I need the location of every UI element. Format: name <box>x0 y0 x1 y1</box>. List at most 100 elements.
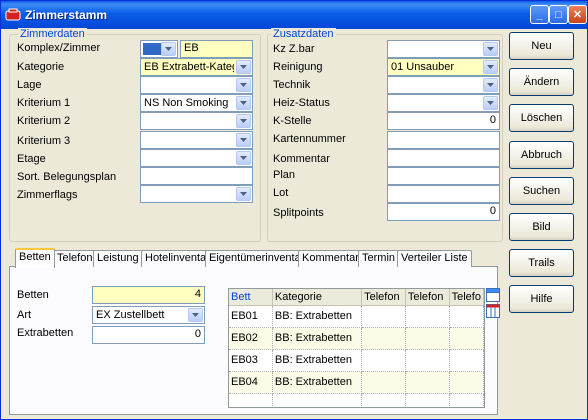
tab-hotelinventar[interactable]: Hotelinventar <box>141 250 214 267</box>
minimize-button[interactable]: _ <box>530 5 549 24</box>
column-header-kategorie[interactable]: Kategorie <box>272 289 363 306</box>
cell-kategorie: BB: Extrabetten <box>272 349 363 372</box>
tab-kommentar[interactable]: Kommentar <box>298 250 363 267</box>
kriterium2-label: Kriterium 2 <box>17 115 71 127</box>
table-row-empty <box>229 393 484 407</box>
chevron-down-icon[interactable] <box>236 60 251 74</box>
tab-termin[interactable]: Termin <box>358 250 400 267</box>
suchen-button[interactable]: Suchen <box>509 177 574 205</box>
splitpoints-label: Splitpoints <box>273 207 324 219</box>
neu-button[interactable]: Neu <box>509 32 574 60</box>
tab-telefon[interactable]: Telefon <box>53 250 97 267</box>
kommentar-label: Kommentar <box>273 153 330 165</box>
chevron-down-icon[interactable] <box>483 78 498 92</box>
cell-telefon <box>361 327 406 350</box>
tab-verteiler-liste[interactable]: Verteiler Liste <box>397 250 472 267</box>
column-header-telefon[interactable]: Telefon <box>361 289 406 306</box>
chevron-down-icon[interactable] <box>236 78 251 92</box>
abbruch-button[interactable]: Abbruch <box>509 141 574 169</box>
betten-field[interactable]: 4 <box>92 286 205 304</box>
etage-label: Etage <box>17 153 46 165</box>
kriterium2-select[interactable] <box>140 112 253 130</box>
reinigung-value: 01 Unsauber <box>391 61 454 73</box>
zimmerstamm-window: Zimmerstamm _ □ ✕ Zimmerdaten Komplex/Zi… <box>0 0 588 420</box>
cell-telefon <box>405 371 450 394</box>
grid-columns-icon[interactable] <box>486 304 500 318</box>
chevron-down-icon[interactable] <box>236 96 251 110</box>
kategorie-value: EB Extrabett-Kategor <box>144 61 234 73</box>
kz-zbar-select[interactable] <box>387 40 500 58</box>
heiz-status-label: Heiz-Status <box>273 97 330 109</box>
plan-field[interactable] <box>387 167 500 185</box>
zimmerflags-select[interactable] <box>140 185 253 203</box>
technik-select[interactable] <box>387 76 500 94</box>
chevron-down-icon[interactable] <box>236 114 251 128</box>
cell-telefon <box>361 305 406 328</box>
table-row[interactable]: EB03 BB: Extrabetten <box>229 349 484 372</box>
extrabetten-field[interactable]: 0 <box>92 326 205 344</box>
table-row[interactable]: EB01 BB: Extrabetten <box>229 305 484 328</box>
table-row[interactable]: EB04 BB: Extrabetten <box>229 371 484 394</box>
tab-eigentuemerinventar[interactable]: Eigentümerinventar <box>205 250 309 267</box>
trails-button[interactable]: Trails <box>509 249 574 277</box>
tab-leistung[interactable]: Leistung <box>93 250 143 267</box>
cell-telefon <box>405 305 450 328</box>
aendern-button[interactable]: Ändern <box>509 68 574 96</box>
chevron-down-icon[interactable] <box>483 42 498 56</box>
lage-select[interactable] <box>140 76 253 94</box>
kz-zbar-label: Kz Z.bar <box>273 43 315 55</box>
kriterium3-label: Kriterium 3 <box>17 135 71 147</box>
betten-label: Betten <box>17 289 49 301</box>
close-icon: ✕ <box>572 9 583 21</box>
chevron-down-icon[interactable] <box>188 308 203 322</box>
cell-bett: EB01 <box>229 305 273 328</box>
cell-telefon <box>361 371 406 394</box>
bild-button[interactable]: Bild <box>509 213 574 241</box>
etage-select[interactable] <box>140 149 253 167</box>
title-bar[interactable]: Zimmerstamm _ □ ✕ <box>1 1 587 29</box>
column-header-bett[interactable]: Bett <box>229 289 273 306</box>
k-stelle-label: K-Stelle <box>273 115 312 127</box>
chevron-down-icon[interactable] <box>236 187 251 201</box>
hilfe-button[interactable]: Hilfe <box>509 285 574 313</box>
zimmerdaten-title: Zimmerdaten <box>18 28 87 40</box>
art-select[interactable]: EX Zustellbett <box>92 306 205 324</box>
table-row[interactable]: EB02 BB: Extrabetten <box>229 327 484 350</box>
betten-grid[interactable]: Bett Kategorie Telefon Telefon Telefo EB… <box>228 288 485 408</box>
grid-window-icon[interactable] <box>486 288 500 302</box>
plan-label: Plan <box>273 169 296 181</box>
chevron-down-icon[interactable] <box>236 133 251 147</box>
lot-label: Lot <box>273 187 289 199</box>
chevron-down-icon[interactable] <box>483 96 498 110</box>
splitpoints-field[interactable]: 0 <box>387 203 500 221</box>
cell-telefon <box>449 305 484 328</box>
heiz-status-select[interactable] <box>387 94 500 112</box>
cell-telefon <box>361 349 406 372</box>
kartennummer-field[interactable] <box>387 131 500 149</box>
komplex-select[interactable] <box>140 40 178 58</box>
zimmer-field[interactable]: EB <box>180 40 253 58</box>
k-stelle-field[interactable]: 0 <box>387 112 500 130</box>
lot-field[interactable] <box>387 185 500 203</box>
komplex-label: Komplex/Zimmer <box>17 42 101 54</box>
close-button[interactable]: ✕ <box>568 5 587 24</box>
reinigung-select[interactable]: 01 Unsauber <box>387 58 500 76</box>
maximize-icon: □ <box>555 8 562 21</box>
chevron-down-icon[interactable] <box>161 42 176 56</box>
reinigung-label: Reinigung <box>273 61 323 73</box>
sort-field[interactable] <box>140 167 253 185</box>
chevron-down-icon[interactable] <box>236 151 251 165</box>
kommentar-field[interactable] <box>387 149 500 167</box>
tab-betten[interactable]: Betten <box>15 248 55 268</box>
maximize-button[interactable]: □ <box>549 5 568 24</box>
chevron-down-icon[interactable] <box>483 60 498 74</box>
kriterium1-label: Kriterium 1 <box>17 97 71 109</box>
column-header-telefon[interactable]: Telefon <box>405 289 450 306</box>
loeschen-button[interactable]: Löschen <box>509 104 574 132</box>
kategorie-select[interactable]: EB Extrabett-Kategor <box>140 58 253 76</box>
zimmerflags-label: Zimmerflags <box>17 189 78 201</box>
column-header-telefon[interactable]: Telefo <box>449 289 484 306</box>
kriterium3-select[interactable] <box>140 131 253 149</box>
extrabetten-label: Extrabetten <box>17 327 74 339</box>
kriterium1-select[interactable]: NS Non Smoking <box>140 94 253 112</box>
